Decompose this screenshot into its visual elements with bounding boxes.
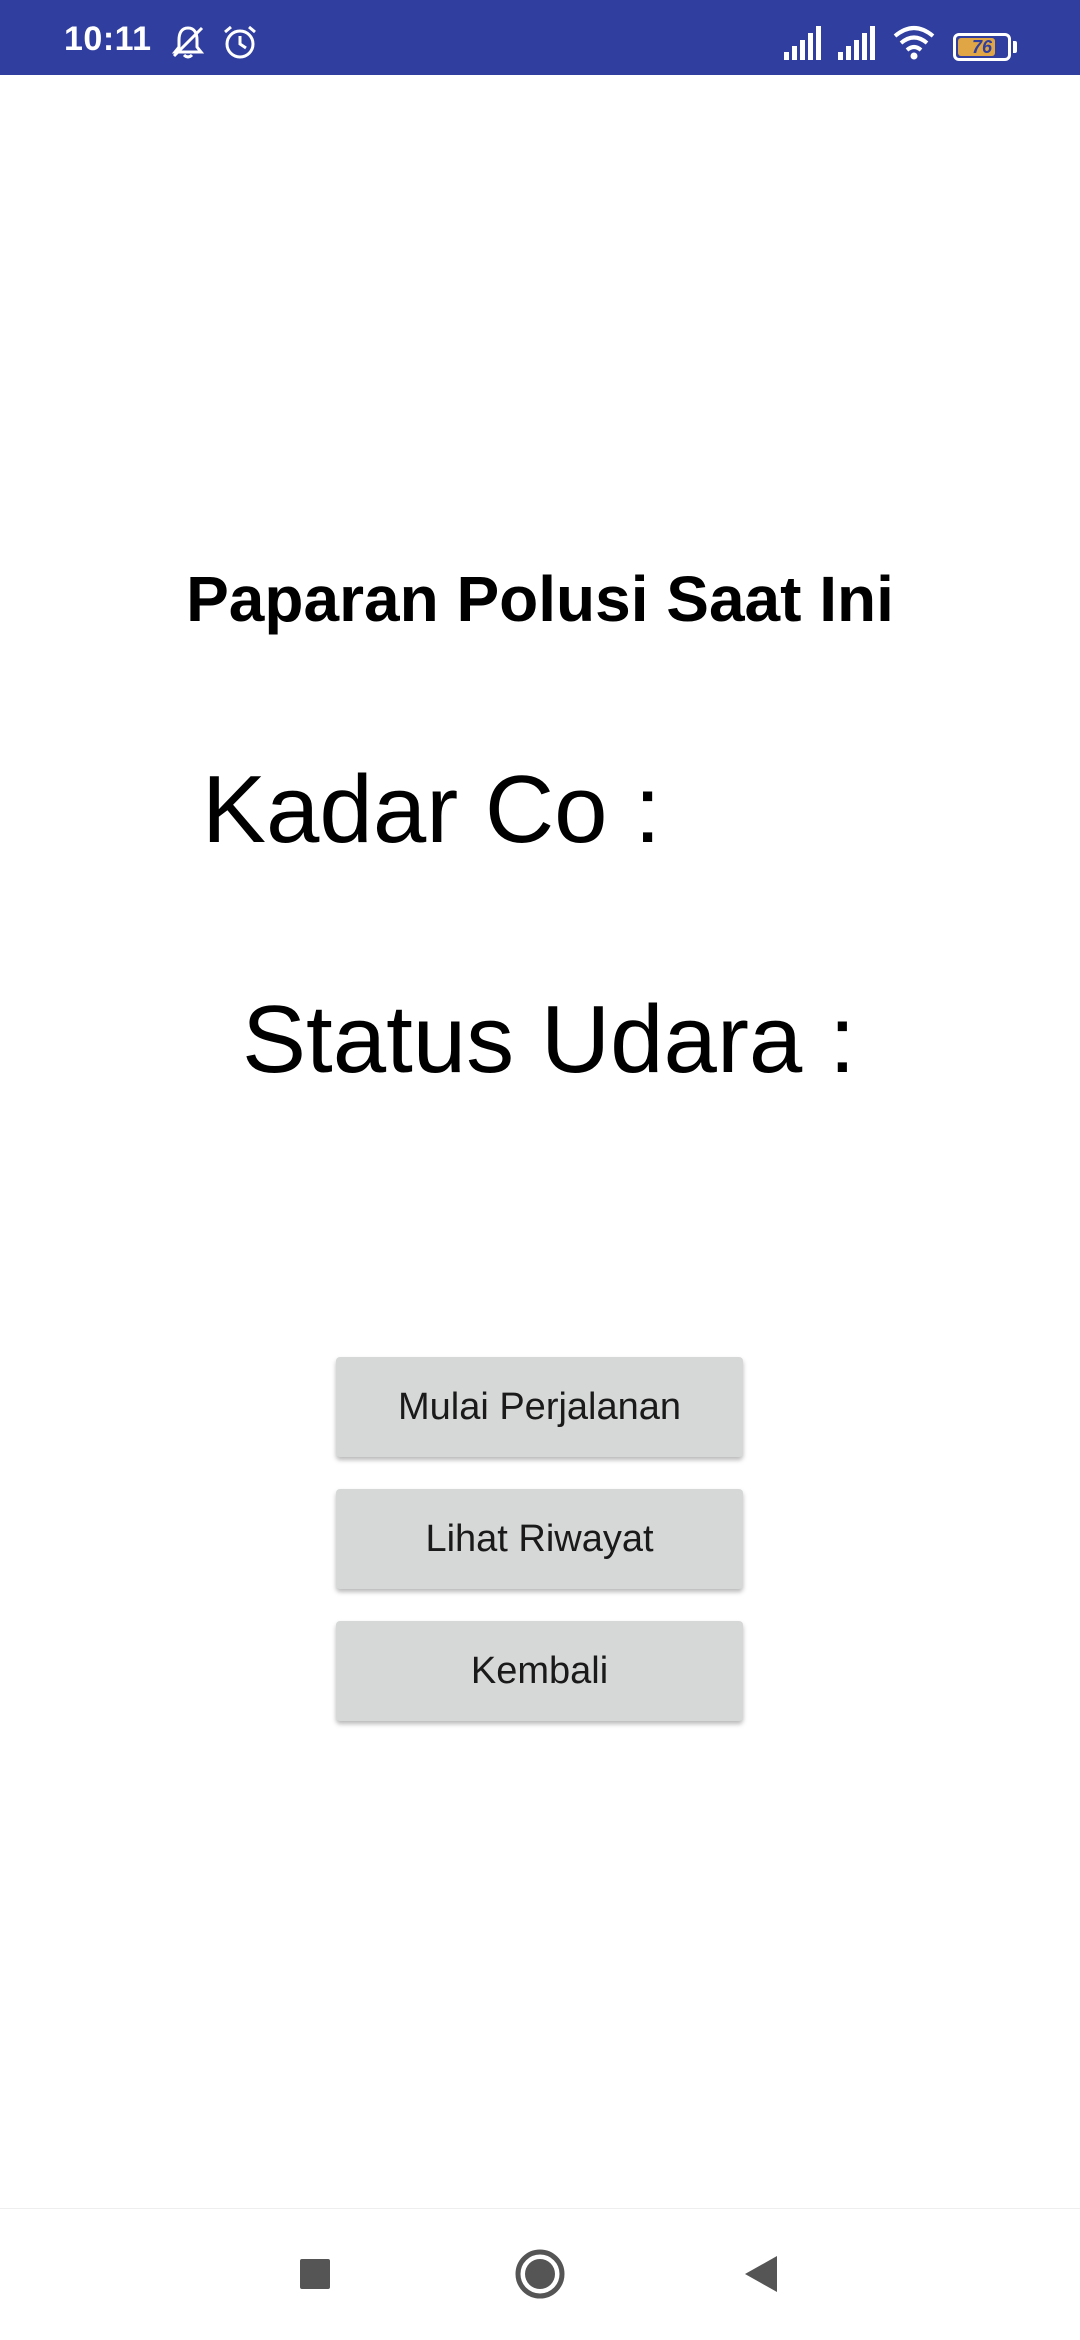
status-bar: 10:11 76: [0, 0, 1080, 75]
back-icon[interactable]: [725, 2239, 795, 2309]
page-title: Paparan Polusi Saat Ini: [186, 563, 894, 635]
back-button[interactable]: Kembali: [336, 1621, 743, 1721]
signal-icon: [782, 22, 824, 67]
battery-level: 76: [971, 37, 993, 57]
recent-apps-icon[interactable]: [280, 2239, 350, 2309]
home-icon[interactable]: [505, 2239, 575, 2309]
battery-tip: [1013, 41, 1017, 53]
view-history-button[interactable]: Lihat Riwayat: [336, 1489, 743, 1589]
air-status-label: Status Udara :: [242, 986, 856, 1093]
battery-icon: 76: [953, 33, 1011, 61]
start-trip-button[interactable]: Mulai Perjalanan: [336, 1357, 743, 1457]
mute-icon: [168, 22, 208, 67]
alarm-icon: [220, 22, 260, 67]
wifi-icon: [892, 22, 936, 67]
status-time: 10:11: [64, 20, 152, 58]
signal-icon: [836, 22, 878, 67]
navigation-bar: [0, 2208, 1080, 2340]
co-level-label: Kadar Co :: [202, 756, 661, 863]
screen: 10:11 76 Paparan Polusi Saat Ini Kadar C…: [0, 0, 1080, 2340]
